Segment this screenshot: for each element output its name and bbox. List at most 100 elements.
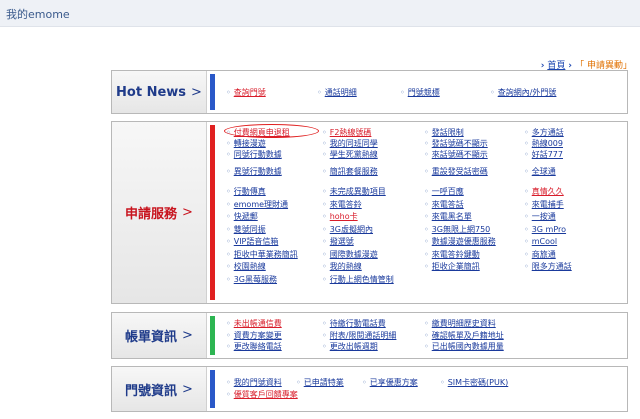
number-info-link[interactable]: ◦ 已享優惠方案 [362, 377, 418, 388]
bill-info-link[interactable]: ◦ 更改出帳週期 [322, 341, 378, 352]
bill-info-link[interactable]: ◦ 待繳行動電話費 [322, 318, 386, 329]
apply-service-link[interactable]: ◦ 雙號同振 [226, 224, 266, 235]
apply-service-link[interactable]: ◦ F2熱線號碼 [322, 127, 371, 138]
apply-service-link[interactable]: ◦ 校園熱線 [226, 261, 266, 272]
apply-service-link[interactable]: ◦ 真情久久 [524, 186, 564, 197]
apply-group: ◦ 行動傳真 ◦ 未完成異動項目 ◦ 一呼百應 ◦ 真情久久 ◦ emome理財通 ◦ 來電答鈴 ◦ 來電… [222, 186, 623, 302]
apply-service-link[interactable]: ◦ 來電黑名單 [424, 211, 472, 222]
apply-service-link[interactable]: ◦ 一呼百應 [424, 186, 464, 197]
apply-service-link[interactable]: ◦ mCool [524, 236, 557, 247]
apply-service-link[interactable]: ◦ 行動上網色情管制 [322, 274, 394, 285]
apply-service-link[interactable]: ◦ 來話號碼不顯示 [424, 149, 488, 160]
bill-info-link[interactable]: ◦ 未出帳通信費 [226, 318, 282, 329]
apply-service-link[interactable]: ◦ 一按通 [524, 211, 556, 222]
apply-service-link[interactable]: ◦ 異號行動數據 [226, 166, 282, 177]
apply-service-link[interactable]: ◦ 多方通話 [524, 127, 564, 138]
apply-service-link[interactable]: ◦ 重設發受話密碼 [424, 166, 488, 177]
apply-service-link[interactable]: ◦ 國際數據漫遊 [322, 249, 378, 260]
apply-service-link[interactable]: ◦ 好話777 [524, 149, 563, 160]
apply-service-link[interactable]: ◦ 撥選號 [322, 236, 354, 247]
bill-info-stripe [210, 316, 215, 355]
number-info-label[interactable]: 門號資訊 > [112, 367, 207, 411]
apply-service-link[interactable]: ◦ 來電答鈴鍵動 [424, 249, 480, 260]
chevron-right-icon: > [182, 205, 193, 220]
bullet-icon: ◦ [322, 237, 327, 246]
bullet-icon: ◦ [226, 249, 231, 259]
apply-service-link[interactable]: ◦ 熱線009 [524, 138, 563, 149]
bullet-icon: ◦ [424, 319, 429, 328]
bullet-icon: ◦ [226, 150, 231, 159]
apply-service-link[interactable]: ◦ 限多方通話 [524, 261, 572, 272]
apply-service-link[interactable]: ◦ VIP語音信箱 [226, 236, 278, 247]
number-info-link[interactable]: ◦ 我的門號資料 [226, 377, 282, 388]
bullet-icon: ◦ [226, 224, 231, 234]
apply-service-link[interactable]: ◦ 3G mPro [524, 224, 566, 235]
hot-news-link[interactable]: ◦ 門號競標 [400, 87, 440, 98]
apply-service-label[interactable]: 申請服務 > [112, 122, 207, 303]
bullet-icon: ◦ [322, 249, 327, 259]
bullet-icon: ◦ [424, 262, 429, 271]
apply-service-title: 申請服務 [125, 207, 178, 222]
apply-service-link[interactable]: ◦ 來電答話 [424, 199, 464, 210]
apply-service-link[interactable]: ◦ emome理財通 [226, 199, 288, 210]
apply-service-link[interactable]: ◦ 3G黑莓服務 [226, 274, 277, 285]
bullet-icon: ◦ [322, 342, 327, 351]
bill-info-label[interactable]: 帳單資訊 > [112, 313, 207, 358]
bullet-icon: ◦ [226, 167, 231, 176]
apply-service-stripe [210, 125, 215, 300]
apply-service-row: ◦ VIP語音信箱 ◦ 撥選號 ◦ 數據漫遊優惠服務 ◦ mCool [222, 236, 623, 247]
bill-info-link[interactable]: ◦ 繳費明細歷史資料 [424, 318, 496, 329]
bullet-icon: ◦ [226, 212, 231, 221]
bullet-icon: ◦ [322, 139, 327, 148]
number-info-row: ◦ 我的門號資料 ◦ 已申請特業 ◦ 已享優惠方案 ◦ SIM卡密碼(PUK) [222, 377, 623, 388]
hot-news-label[interactable]: Hot News > [112, 71, 207, 113]
apply-service-link[interactable]: ◦ 付費網頁申退租 [226, 127, 290, 138]
apply-service-link[interactable]: ◦ 3G虛擬網內 [322, 224, 373, 235]
apply-service-link[interactable]: ◦ 我的熱線 [322, 261, 362, 272]
apply-group: ◦ 付費網頁申退租 ◦ F2熱線號碼 ◦ 發話限制 ◦ 多方通話 ◦ 轉接漫遊 ◦ 我的同班同學 ◦ 發話… [222, 122, 623, 162]
hot-news-link[interactable]: ◦ 通話明細 [317, 87, 357, 98]
hot-news-link[interactable]: ◦ 查詢門號 [226, 87, 266, 98]
apply-service-link[interactable]: ◦ 快遞郵 [226, 211, 258, 222]
apply-service-link[interactable]: ◦ 商旅通 [524, 249, 556, 260]
bullet-icon: ◦ [322, 167, 327, 176]
page-title: 我的emome [6, 8, 70, 21]
chevron-right-icon: > [191, 84, 202, 100]
bullet-icon: ◦ [322, 330, 327, 340]
apply-service-link[interactable]: ◦ 簡訊套餐服務 [322, 166, 378, 177]
apply-service-link[interactable]: ◦ 同號行動數據 [226, 149, 282, 160]
apply-service-link[interactable]: ◦ 3G無限上網750 [424, 224, 490, 235]
apply-service-link[interactable]: ◦ 拒收中華業務簡訊 [226, 249, 298, 260]
apply-service-link[interactable]: ◦ 行動傳真 [226, 186, 266, 197]
apply-service-link[interactable]: ◦ 來電答鈴 [322, 199, 362, 210]
bill-info-link[interactable]: ◦ 已出帳國內數據用量 [424, 341, 504, 352]
apply-service-link[interactable]: ◦ hoho卡 [322, 211, 358, 222]
hot-news-link[interactable]: ◦ 查詢網內/外門號 [490, 87, 556, 98]
number-info-link[interactable]: ◦ 優質客戶回饋專案 [226, 389, 298, 400]
bullet-icon: ◦ [226, 262, 231, 271]
bill-info-link[interactable]: ◦ 更改聯絡電話 [226, 341, 282, 352]
bullet-icon: ◦ [524, 167, 529, 176]
apply-service-link[interactable]: ◦ 數據漫遊優惠服務 [424, 236, 496, 247]
number-info-link[interactable]: ◦ 已申請特業 [296, 377, 344, 388]
apply-service-link[interactable]: ◦ 未完成異動項目 [322, 186, 386, 197]
number-info-link[interactable]: ◦ SIM卡密碼(PUK) [440, 377, 508, 388]
apply-service-row: ◦ 3G黑莓服務 ◦ 行動上網色情管制 [222, 274, 623, 285]
bullet-icon: ◦ [424, 224, 429, 234]
apply-service-row: ◦ 快遞郵 ◦ hoho卡 ◦ 來電黑名單 ◦ 一按通 [222, 211, 623, 222]
apply-service-link[interactable]: ◦ 拒收企業簡訊 [424, 261, 480, 272]
bullet-icon: ◦ [322, 150, 327, 159]
apply-service-link[interactable]: ◦ 發話號碼不顯示 [424, 138, 488, 149]
bullet-icon: ◦ [424, 330, 429, 340]
bill-info-link[interactable]: ◦ 資費方案變更 [226, 330, 282, 341]
apply-service-row: ◦ emome理財通 ◦ 來電答鈴 ◦ 來電答話 ◦ 來電捕手 [222, 199, 623, 210]
bill-info-link[interactable]: ◦ 確認帳單及戶籍地址 [424, 330, 504, 341]
apply-service-link[interactable]: ◦ 學生死黨熱線 [322, 149, 378, 160]
apply-service-link[interactable]: ◦ 全球通 [524, 166, 556, 177]
bullet-icon: ◦ [424, 139, 429, 148]
apply-service-link[interactable]: ◦ 來電捕手 [524, 199, 564, 210]
apply-service-link[interactable]: ◦ 轉接漫遊 [226, 138, 266, 149]
apply-service-link[interactable]: ◦ 發話限制 [424, 127, 464, 138]
bill-info-link[interactable]: ◦ 附表/限閱通話明細 [322, 330, 396, 341]
apply-service-link[interactable]: ◦ 我的同班同學 [322, 138, 378, 149]
